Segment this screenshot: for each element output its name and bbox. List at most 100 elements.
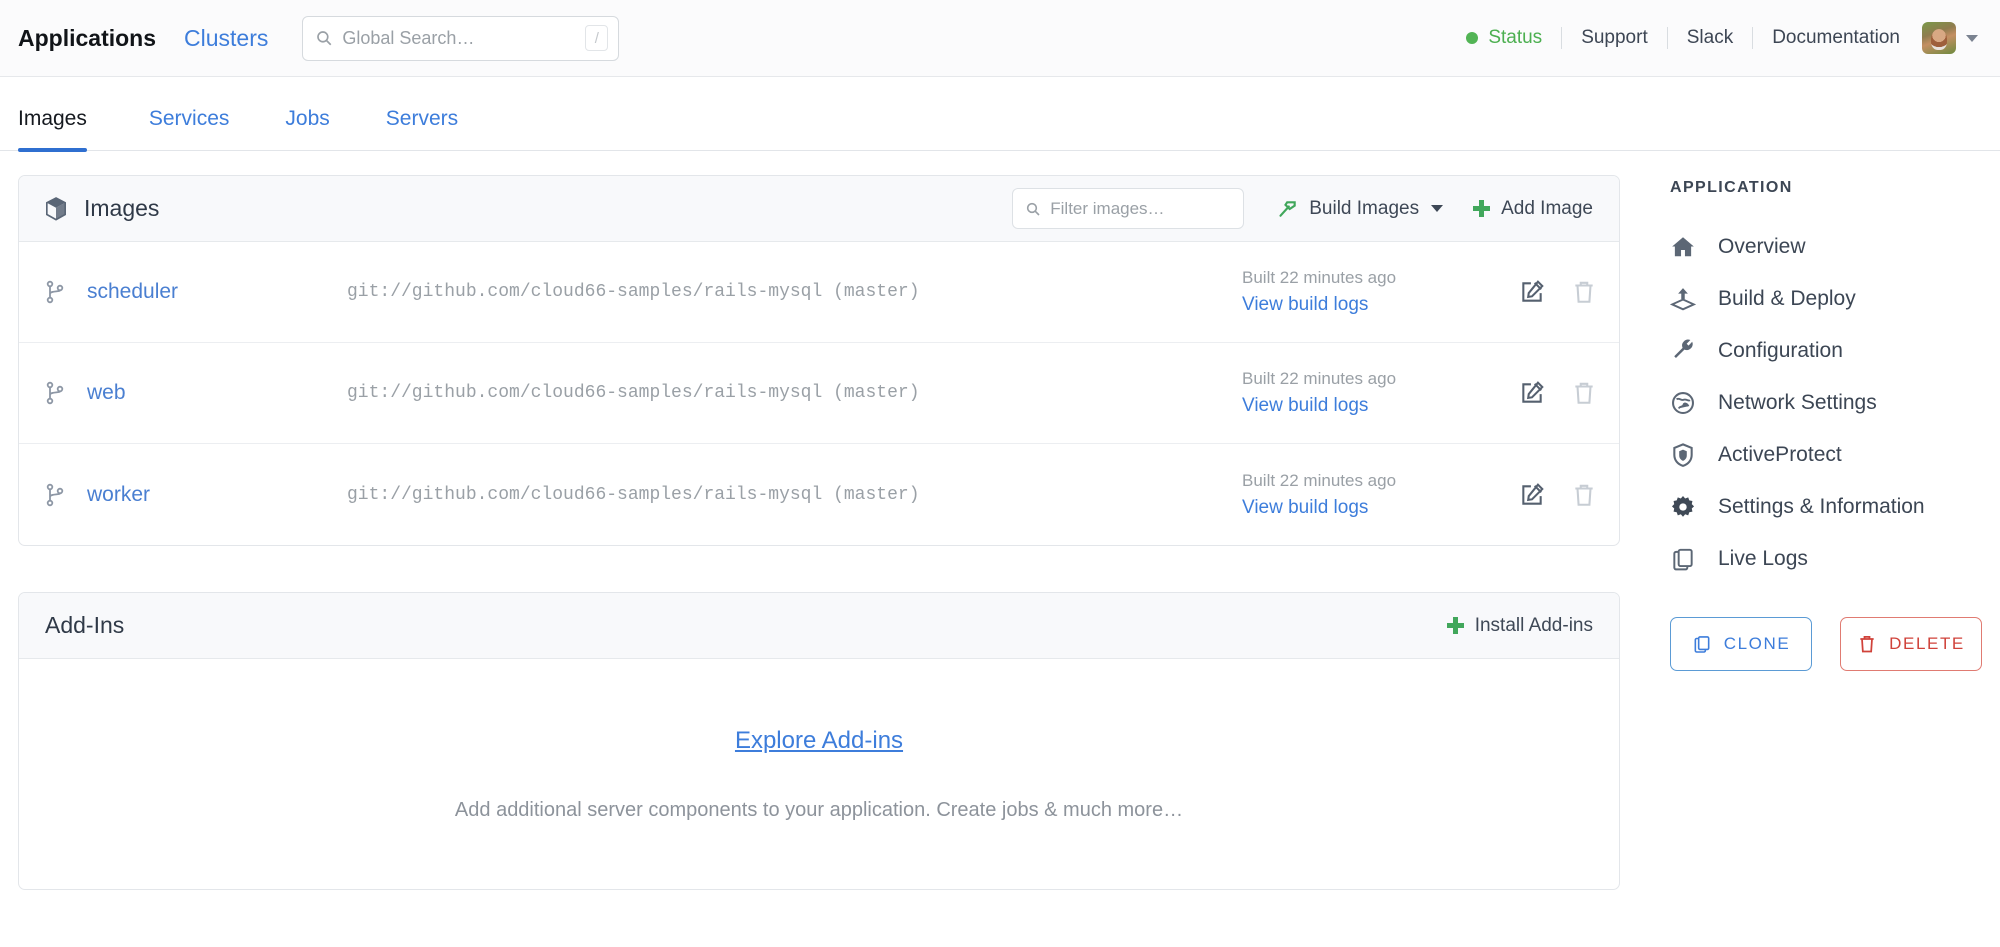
deploy-icon [1670, 288, 1696, 311]
main-column: Images Filter images… Build Images Add I… [0, 151, 1638, 890]
cube-icon [46, 196, 66, 221]
status-link[interactable]: Status [1488, 27, 1542, 49]
build-timestamp: Built 22 minutes ago [1242, 268, 1397, 287]
status-dot-icon [1466, 32, 1479, 44]
image-name-link[interactable]: scheduler [87, 280, 347, 304]
delete-button[interactable]: DELETE [1840, 617, 1982, 671]
chevron-down-icon [1431, 205, 1444, 212]
add-image-label: Add Image [1501, 197, 1593, 219]
view-build-logs-link[interactable]: View build logs [1242, 497, 1492, 519]
addins-panel-title: Add-Ins [45, 612, 125, 638]
sidebar-heading: APPLICATION [1670, 179, 1793, 196]
sidebar-item-network-settings[interactable]: Network Settings [1656, 377, 2000, 429]
tab-servers[interactable]: Servers [358, 107, 486, 150]
image-repo: git://github.com/cloud66-samples/rails-m… [347, 383, 920, 403]
copy-icon [1694, 636, 1710, 653]
sidebar-item-label: ActiveProtect [1718, 443, 1842, 466]
sidebar-item-label: Live Logs [1718, 547, 1808, 570]
search-icon [317, 31, 332, 46]
row-actions [1492, 482, 1597, 508]
avatar[interactable] [1922, 22, 1956, 54]
chevron-down-icon[interactable] [1966, 34, 1978, 42]
build-timestamp: Built 22 minutes ago [1242, 369, 1397, 388]
git-branch-icon [46, 381, 64, 405]
shield-icon [1673, 443, 1693, 467]
images-panel: Images Filter images… Build Images Add I… [18, 175, 1620, 546]
clone-button[interactable]: CLONE [1670, 617, 1812, 671]
sidebar-item-build-deploy[interactable]: Build & Deploy [1656, 273, 2000, 325]
sidebar-item-label: Build & Deploy [1718, 287, 1856, 310]
install-addins-label: Install Add-ins [1474, 614, 1593, 636]
images-panel-title: Images [84, 195, 160, 221]
image-name-link[interactable]: web [87, 381, 347, 405]
edit-icon[interactable] [1519, 380, 1545, 406]
addins-panel-tools: Install Add-ins [1446, 614, 1597, 637]
image-repo: git://github.com/cloud66-samples/rails-m… [347, 484, 920, 505]
search-icon [1027, 202, 1040, 216]
table-row[interactable]: web git://github.com/cloud66-samples/rai… [19, 343, 1619, 444]
sidebar-item-label: Settings & Information [1718, 495, 1925, 518]
git-branch-icon [46, 280, 64, 304]
clone-button-label: CLONE [1723, 634, 1791, 653]
view-build-logs-link[interactable]: View build logs [1242, 294, 1492, 316]
divider [1752, 27, 1754, 49]
search-shortcut-badge: / [585, 25, 609, 51]
nav-applications[interactable]: Applications [18, 25, 156, 52]
wrench-icon [1674, 339, 1693, 359]
table-row[interactable]: scheduler git://github.com/cloud66-sampl… [19, 242, 1619, 343]
explore-addins-link[interactable]: Explore Add-ins [735, 727, 903, 755]
sidebar-item-activeprotect[interactable]: ActiveProtect [1656, 429, 2000, 481]
table-row[interactable]: worker git://github.com/cloud66-samples/… [19, 444, 1619, 545]
home-icon [1672, 237, 1694, 257]
tab-images[interactable]: Images [18, 107, 121, 152]
sidebar-item-label: Network Settings [1718, 391, 1877, 414]
nav-clusters[interactable]: Clusters [184, 25, 268, 52]
delete-button-label: DELETE [1889, 634, 1965, 653]
delete-icon[interactable] [1571, 279, 1597, 305]
build-timestamp: Built 22 minutes ago [1242, 470, 1397, 490]
global-search-placeholder: Global Search… [342, 27, 475, 48]
install-addins-button[interactable]: Install Add-ins [1446, 614, 1593, 637]
global-search-input[interactable]: Global Search… / [302, 15, 620, 61]
tab-services[interactable]: Services [121, 107, 258, 150]
addins-description: Add additional server components to your… [454, 798, 1184, 821]
sidebar-item-settings-information[interactable]: Settings & Information [1656, 481, 2000, 533]
top-header: Applications Clusters Global Search… / S… [0, 0, 2000, 77]
image-name-link[interactable]: worker [87, 483, 347, 507]
application-sidebar: APPLICATION Overview Build & Deploy Conf… [1638, 151, 2000, 890]
addins-panel: Add-Ins Install Add-ins Explore Add-ins … [18, 592, 1620, 890]
images-panel-tools: Filter images… Build Images Add Image [1012, 188, 1597, 229]
slack-link[interactable]: Slack [1687, 27, 1733, 49]
sidebar-item-label: Configuration [1718, 339, 1843, 362]
filter-images-input[interactable]: Filter images… [1012, 188, 1245, 229]
sidebar-item-live-logs[interactable]: Live Logs [1656, 533, 2000, 585]
addins-panel-header: Add-Ins Install Add-ins [19, 593, 1619, 659]
edit-icon[interactable] [1519, 482, 1545, 508]
build-images-button[interactable]: Build Images [1278, 198, 1444, 220]
support-link[interactable]: Support [1581, 27, 1648, 49]
globe-icon [1672, 392, 1694, 414]
plus-icon [1473, 200, 1491, 217]
filter-images-placeholder: Filter images… [1050, 198, 1165, 218]
image-build-info: Built 22 minutes ago View build logs [1242, 369, 1492, 417]
sidebar-item-overview[interactable]: Overview [1656, 221, 2000, 273]
page-body: Images Filter images… Build Images Add I… [0, 151, 2000, 890]
plus-icon [1446, 617, 1464, 634]
sidebar-action-buttons: CLONE DELETE [1670, 617, 2000, 671]
gear-icon [1671, 495, 1695, 517]
view-build-logs-link[interactable]: View build logs [1242, 395, 1492, 417]
tab-bar: Images Services Jobs Servers [0, 77, 2000, 152]
tab-jobs[interactable]: Jobs [257, 107, 357, 150]
sidebar-item-label: Overview [1718, 235, 1806, 258]
image-repo: git://github.com/cloud66-samples/rails-m… [347, 282, 920, 302]
image-build-info: Built 22 minutes ago View build logs [1242, 471, 1492, 519]
divider [1561, 27, 1563, 49]
sidebar-item-configuration[interactable]: Configuration [1656, 325, 2000, 377]
row-actions [1492, 279, 1597, 305]
delete-icon[interactable] [1571, 482, 1597, 508]
edit-icon[interactable] [1519, 279, 1545, 305]
add-image-button[interactable]: Add Image [1473, 198, 1593, 220]
delete-icon[interactable] [1571, 380, 1597, 406]
documentation-link[interactable]: Documentation [1772, 27, 1900, 49]
addins-empty-state: Explore Add-ins Add additional server co… [19, 659, 1619, 889]
